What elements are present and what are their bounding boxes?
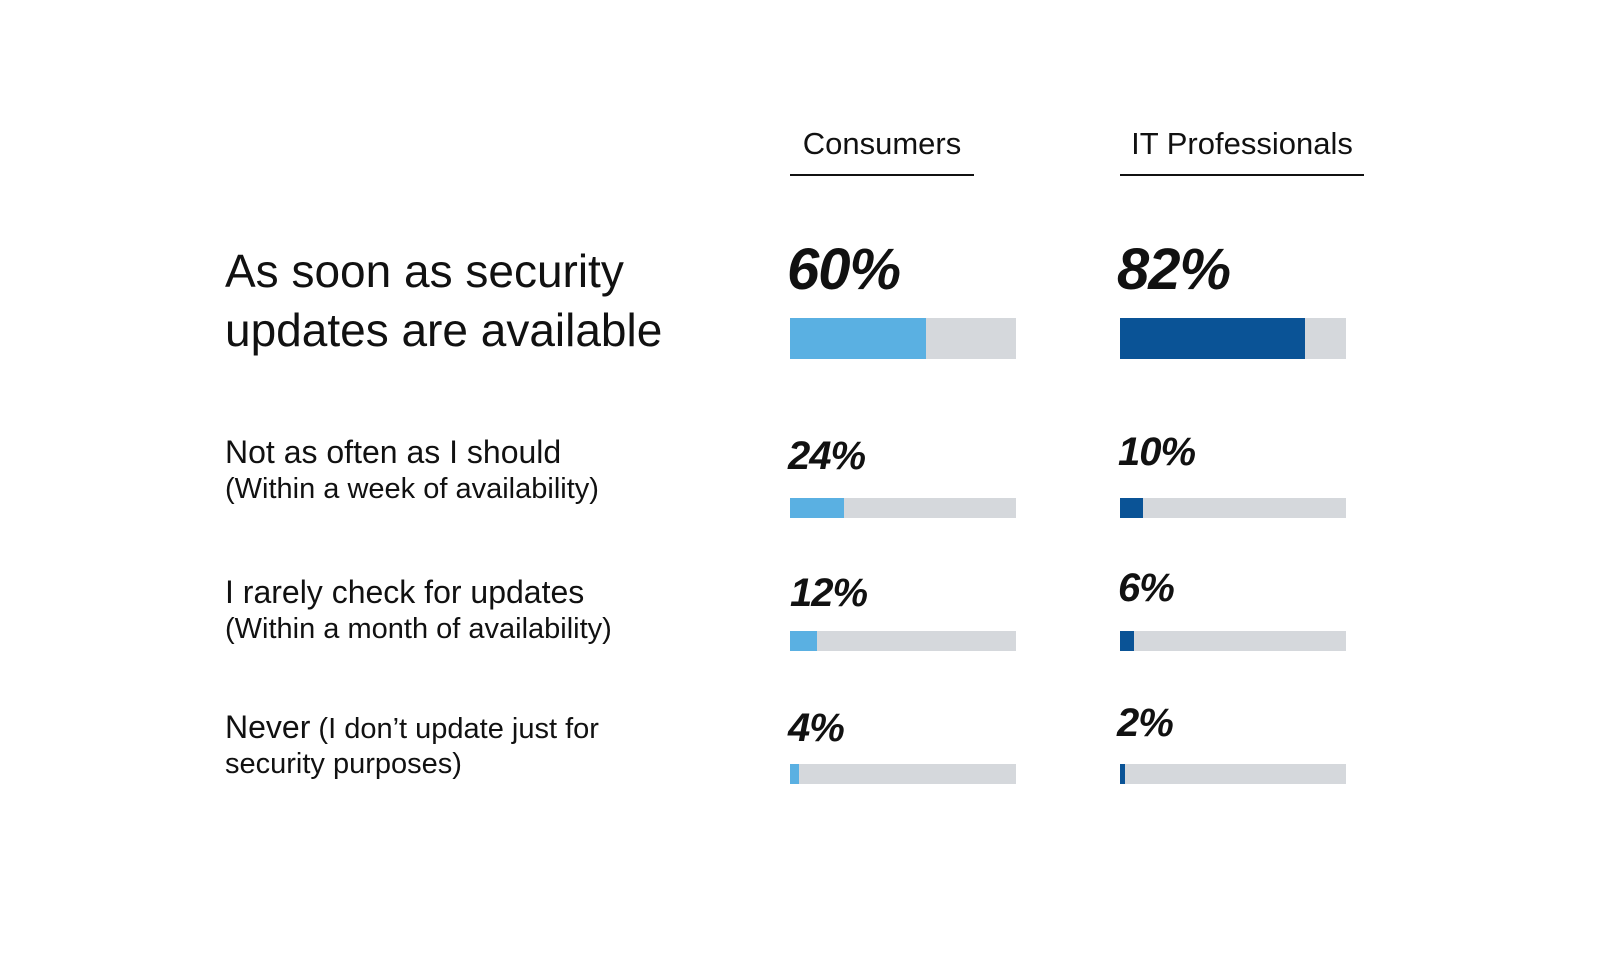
row-label-main: As soon as security updates are availabl… xyxy=(225,245,663,356)
consumers-bar-track xyxy=(790,318,1016,359)
row-label-sub: (Within a week of availability) xyxy=(225,473,599,506)
consumers-bar xyxy=(790,631,818,651)
it-bar xyxy=(1120,631,1134,651)
it-bar-track xyxy=(1120,764,1346,784)
it-bar-track xyxy=(1120,318,1346,359)
row-label-rarely-check: I rarely check for updates (Within a mon… xyxy=(225,573,715,647)
it-bar xyxy=(1120,764,1125,784)
row-label-main: Not as often as I should xyxy=(225,434,562,470)
row-label-never: Never (I don’t update just for security … xyxy=(225,708,615,783)
it-bar xyxy=(1120,318,1306,359)
it-bar-track xyxy=(1120,498,1346,518)
it-value-label: 10% xyxy=(1118,430,1196,474)
it-bar-track xyxy=(1120,631,1346,651)
consumers-bar-track xyxy=(790,631,1016,651)
row-label-main: I rarely check for updates xyxy=(225,574,585,610)
row-label-not-as-often: Not as often as I should (Within a week … xyxy=(225,433,705,507)
row-label-sub: (Within a month of availability) xyxy=(225,613,612,646)
consumers-bar-track xyxy=(790,764,1016,784)
column-header-consumers: Consumers xyxy=(790,126,974,176)
it-value-label: 6% xyxy=(1118,566,1175,610)
consumers-bar xyxy=(790,318,926,359)
consumers-value-label: 4% xyxy=(788,706,845,750)
consumers-value-label: 24% xyxy=(788,434,866,478)
it-value-label: 2% xyxy=(1117,701,1174,745)
row-label-as-soon-as-available: As soon as security updates are availabl… xyxy=(225,242,695,360)
it-bar xyxy=(1120,498,1143,518)
consumers-bar xyxy=(790,764,800,784)
consumers-bar-track xyxy=(790,498,1016,518)
column-header-it-professionals: IT Professionals xyxy=(1120,126,1364,176)
consumers-value-label: 12% xyxy=(790,571,868,615)
consumers-bar xyxy=(790,498,845,518)
row-label-main: Never xyxy=(225,709,311,745)
it-value-label: 82% xyxy=(1117,237,1231,302)
consumers-value-label: 60% xyxy=(787,237,901,302)
